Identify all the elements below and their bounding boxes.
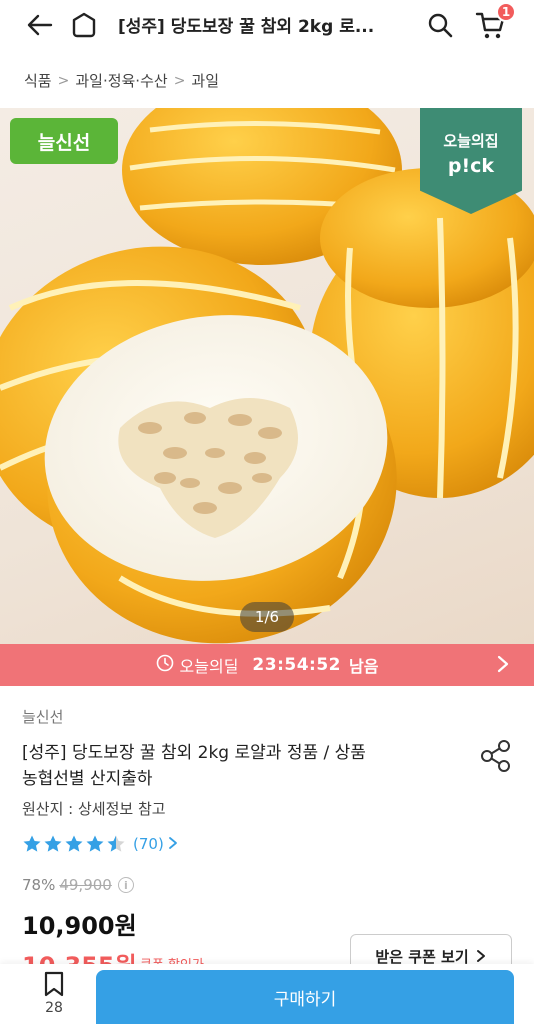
star-half-icon xyxy=(107,835,125,852)
deal-countdown: 23:54:52 xyxy=(252,655,341,675)
rating-summary[interactable]: (70) xyxy=(22,834,178,854)
price-discount-row: 78% 49,900 i xyxy=(22,876,134,894)
bookmark-button[interactable]: 28 xyxy=(34,970,74,1022)
home-icon[interactable] xyxy=(68,9,100,41)
bottom-action-bar: 28 구매하기 xyxy=(0,964,534,1024)
cart-count-badge: 1 xyxy=(496,2,516,22)
buy-button[interactable]: 구매하기 xyxy=(96,970,514,1024)
chevron-right-icon: > xyxy=(57,72,70,89)
deal-label: 오늘의딜 xyxy=(179,657,239,676)
product-image-carousel[interactable]: 늘신선 오늘의집 p!ck 1/6 xyxy=(0,108,534,644)
page-title: [성주] 당도보장 꿀 참외 2kg 로... xyxy=(118,17,375,37)
product-name: [성주] 당도보장 꿀 참외 2kg 로얄과 정품 / 상품 농협선별 산지출하 xyxy=(22,740,462,792)
chevron-right-icon xyxy=(496,654,510,678)
breadcrumb: 식품 > 과일·정육·수산 > 과일 xyxy=(24,70,219,91)
breadcrumb-item-food[interactable]: 식품 xyxy=(24,70,52,91)
sale-price: 10,900원 xyxy=(22,912,137,940)
clock-icon xyxy=(156,654,174,676)
top-header: [성주] 당도보장 꿀 참외 2kg 로... 1 xyxy=(0,0,534,50)
breadcrumb-item-fruit[interactable]: 과일 xyxy=(191,70,219,91)
back-arrow-icon[interactable] xyxy=(24,9,56,41)
bookmark-count: 28 xyxy=(45,1000,63,1016)
fresh-badge: 늘신선 xyxy=(10,118,118,164)
discount-rate: 78% xyxy=(22,876,56,894)
chevron-right-icon xyxy=(168,835,178,854)
product-name-line1: [성주] 당도보장 꿀 참외 2kg 로얄과 정품 / 상품 xyxy=(22,743,366,763)
star-full-icon xyxy=(65,835,83,852)
info-icon[interactable]: i xyxy=(117,877,134,893)
bookmark-icon xyxy=(44,971,64,997)
star-full-icon xyxy=(44,835,62,852)
search-icon[interactable] xyxy=(424,9,456,41)
star-rating xyxy=(22,834,127,854)
chevron-right-icon: > xyxy=(173,72,186,89)
deal-remaining-label: 남음 xyxy=(349,657,379,676)
origin-info: 원산지 : 상세정보 참고 xyxy=(22,800,166,818)
todays-deal-bar[interactable]: 오늘의딜 23:54:52 남음 xyxy=(0,644,534,686)
breadcrumb-item-fruit-meat-seafood[interactable]: 과일·정육·수산 xyxy=(75,70,167,91)
star-full-icon xyxy=(23,835,41,852)
pick-badge-line2: p!ck xyxy=(447,155,495,177)
product-name-line2: 농협선별 산지출하 xyxy=(22,769,153,789)
review-count[interactable]: (70) xyxy=(133,835,164,853)
image-counter: 1/6 xyxy=(240,602,294,632)
brand-name[interactable]: 늘신선 xyxy=(22,706,63,727)
star-full-icon xyxy=(86,835,104,852)
pick-badge-line1: 오늘의집 xyxy=(443,132,499,150)
chevron-right-icon xyxy=(476,950,485,962)
original-price: 49,900 xyxy=(59,876,112,894)
share-icon[interactable] xyxy=(478,738,514,774)
